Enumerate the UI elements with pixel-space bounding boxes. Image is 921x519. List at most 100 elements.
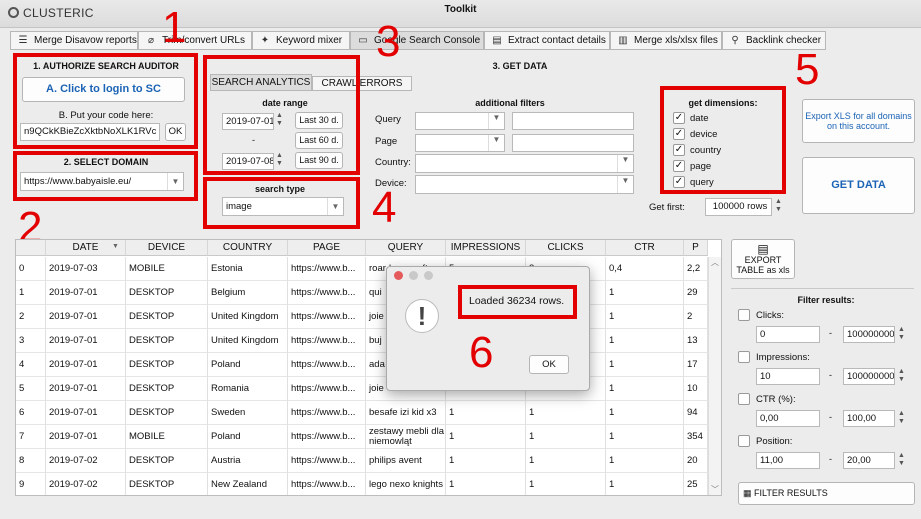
table-cell[interactable]: Austria xyxy=(208,449,288,473)
table-cell[interactable]: 29 xyxy=(684,281,708,305)
tab-keyword-mixer[interactable]: ✦ Keyword mixer xyxy=(252,31,350,50)
scroll-up-icon[interactable]: ︿ xyxy=(709,257,721,268)
table-cell[interactable]: 1 xyxy=(526,401,606,425)
table-cell[interactable]: Poland xyxy=(208,353,288,377)
table-cell[interactable]: 2 xyxy=(16,305,46,329)
table-cell[interactable]: 2019-07-01 xyxy=(46,425,126,449)
ctr-filter-checkbox[interactable] xyxy=(738,393,750,405)
column-header[interactable]: CLICKS xyxy=(526,240,606,256)
get-first-input[interactable]: 100000 rows xyxy=(705,198,772,216)
column-header[interactable]: DEVICE xyxy=(126,240,208,256)
table-cell[interactable]: 1 xyxy=(446,449,526,473)
table-cell[interactable]: 1 xyxy=(606,353,684,377)
clicks-min-input[interactable]: 0 xyxy=(756,326,820,343)
table-cell[interactable]: 2019-07-02 xyxy=(46,449,126,473)
column-header[interactable]: CTR xyxy=(606,240,684,256)
table-cell[interactable]: https://www.b... xyxy=(288,281,366,305)
table-cell[interactable]: Estonia xyxy=(208,257,288,281)
table-cell[interactable]: MOBILE xyxy=(126,257,208,281)
tab-merge-disavow[interactable]: ☰ Merge Disavow reports xyxy=(10,31,138,50)
tab-google-search-console[interactable]: ▭ Google Search Console xyxy=(350,31,484,50)
table-cell[interactable]: 1 xyxy=(606,377,684,401)
table-cell[interactable]: 2,2 xyxy=(684,257,708,281)
table-cell[interactable]: Sweden xyxy=(208,401,288,425)
table-cell[interactable]: 5 xyxy=(16,377,46,401)
table-cell[interactable]: 2019-07-01 xyxy=(46,329,126,353)
position-min-input[interactable]: 11,00 xyxy=(756,452,820,469)
table-cell[interactable]: Belgium xyxy=(208,281,288,305)
table-cell[interactable]: 1 xyxy=(526,425,606,449)
table-cell[interactable]: 1 xyxy=(606,305,684,329)
clicks-filter-checkbox[interactable] xyxy=(738,309,750,321)
table-cell[interactable]: 2019-07-01 xyxy=(46,353,126,377)
table-cell[interactable]: New Zealand xyxy=(208,473,288,495)
ctr-min-input[interactable]: 0,00 xyxy=(756,410,820,427)
get-data-button[interactable]: GET DATA xyxy=(802,157,915,214)
dialog-ok-button[interactable]: OK xyxy=(529,355,569,374)
table-cell[interactable]: 25 xyxy=(684,473,708,495)
table-cell[interactable]: https://www.b... xyxy=(288,473,366,495)
table-cell[interactable]: DESKTOP xyxy=(126,449,208,473)
table-cell[interactable]: 4 xyxy=(16,353,46,377)
table-cell[interactable]: https://www.b... xyxy=(288,305,366,329)
device-select[interactable]: ▼ xyxy=(415,175,634,194)
query-operator-select[interactable]: ▼ xyxy=(415,112,505,130)
table-cell[interactable]: Romania xyxy=(208,377,288,401)
tab-trim-urls[interactable]: ⌀ Trim/convert URLs xyxy=(138,31,252,50)
table-cell[interactable]: https://www.b... xyxy=(288,449,366,473)
table-cell[interactable]: 1 xyxy=(446,425,526,449)
table-cell[interactable]: United Kingdom xyxy=(208,305,288,329)
table-cell[interactable]: https://www.b... xyxy=(288,401,366,425)
table-cell[interactable]: 2019-07-01 xyxy=(46,401,126,425)
table-cell[interactable]: DESKTOP xyxy=(126,377,208,401)
tab-merge-xls[interactable]: ▥ Merge xls/xlsx files xyxy=(610,31,722,50)
table-cell[interactable]: DESKTOP xyxy=(126,305,208,329)
table-cell[interactable]: 7 xyxy=(16,425,46,449)
country-select[interactable]: ▼ xyxy=(415,154,634,173)
table-cell[interactable]: 2019-07-01 xyxy=(46,305,126,329)
table-cell[interactable]: philips avent xyxy=(366,449,446,473)
table-cell[interactable]: https://www.b... xyxy=(288,329,366,353)
table-cell[interactable]: 0 xyxy=(16,257,46,281)
results-table[interactable]: DATE DEVICE COUNTRY PAGE QUERY IMPRESSIONS CLI… xyxy=(15,239,722,496)
table-cell[interactable]: besafe izi kid x3 xyxy=(366,401,446,425)
table-cell[interactable]: 2019-07-03 xyxy=(46,257,126,281)
table-cell[interactable]: 94 xyxy=(684,401,708,425)
table-cell[interactable]: 2019-07-01 xyxy=(46,281,126,305)
table-cell[interactable]: 1 xyxy=(606,401,684,425)
column-header[interactable]: IMPRESSIONS xyxy=(446,240,526,256)
clicks-max-stepper[interactable]: ▲ ▼ xyxy=(898,326,905,342)
table-cell[interactable]: 1 xyxy=(606,473,684,495)
table-cell[interactable]: DESKTOP xyxy=(126,401,208,425)
table-cell[interactable]: https://www.b... xyxy=(288,425,366,449)
table-cell[interactable]: 1 xyxy=(606,329,684,353)
table-cell[interactable]: DESKTOP xyxy=(126,281,208,305)
page-filter-input[interactable] xyxy=(512,134,634,152)
clicks-max-input[interactable]: 100000000 xyxy=(843,326,895,343)
position-max-stepper[interactable]: ▲ ▼ xyxy=(898,452,905,468)
table-cell[interactable]: 6 xyxy=(16,401,46,425)
table-cell[interactable]: 1 xyxy=(606,425,684,449)
table-cell[interactable]: 8 xyxy=(16,449,46,473)
get-first-stepper[interactable]: ▲ ▼ xyxy=(775,198,785,214)
impressions-min-input[interactable]: 10 xyxy=(756,368,820,385)
table-scrollbar[interactable]: ︿ ﹀ xyxy=(708,257,721,495)
column-header[interactable]: QUERY xyxy=(366,240,446,256)
table-cell[interactable]: 354 xyxy=(684,425,708,449)
table-cell[interactable]: 2019-07-02 xyxy=(46,473,126,495)
table-cell[interactable]: 9 xyxy=(16,473,46,495)
close-dot-icon[interactable] xyxy=(394,271,403,280)
filter-results-button[interactable]: ▦ FILTER RESULTS xyxy=(738,482,915,505)
export-table-button[interactable]: ▤ EXPORT TABLE as xls xyxy=(731,239,795,279)
scroll-down-icon[interactable]: ﹀ xyxy=(709,484,721,495)
page-operator-select[interactable]: ▼ xyxy=(415,134,505,152)
query-filter-input[interactable] xyxy=(512,112,634,130)
position-filter-checkbox[interactable] xyxy=(738,435,750,447)
table-cell[interactable]: 17 xyxy=(684,353,708,377)
tab-extract-contact[interactable]: ▤ Extract contact details xyxy=(484,31,610,50)
table-cell[interactable]: https://www.b... xyxy=(288,353,366,377)
table-cell[interactable]: 1 xyxy=(606,281,684,305)
table-cell[interactable]: DESKTOP xyxy=(126,353,208,377)
table-cell[interactable]: DESKTOP xyxy=(126,329,208,353)
table-cell[interactable]: Poland xyxy=(208,425,288,449)
